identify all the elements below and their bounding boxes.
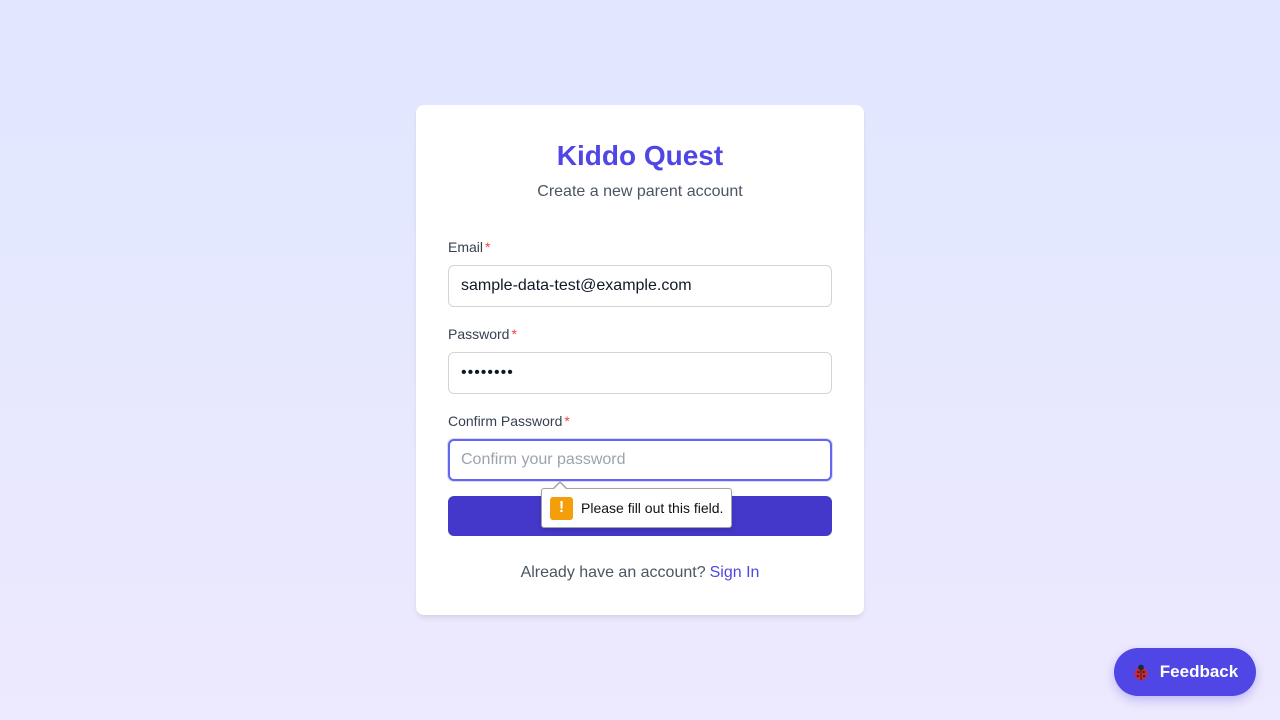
validation-message: Please fill out this field. [581,500,724,516]
confirm-password-label: Confirm Password * [448,413,570,429]
email-field-group: Email * [448,238,832,307]
page-title: Kiddo Quest [556,140,724,171]
ladybug-icon [1134,664,1148,681]
signin-prompt: Already have an account? Sign In [520,564,760,581]
password-field-group: Password * [448,325,832,394]
required-marker: * [511,326,517,342]
page-subtitle: Create a new parent account [537,183,743,200]
warning-icon: ! [550,496,573,520]
validation-tooltip: ! Please fill out this field. [541,481,733,528]
signin-link[interactable]: Sign In [710,564,760,581]
email-label: Email * [448,239,491,255]
password-input[interactable] [448,352,832,394]
email-input[interactable] [448,265,832,307]
required-marker: * [564,413,570,429]
signup-card: Kiddo Quest Create a new parent account … [416,105,864,615]
confirm-password-field-group: Confirm Password * [448,412,832,481]
required-marker: * [485,239,491,255]
confirm-password-input[interactable] [448,439,832,481]
feedback-button[interactable]: Feedback [1114,648,1256,696]
password-label: Password * [448,326,517,342]
feedback-label: Feedback [1159,662,1239,681]
